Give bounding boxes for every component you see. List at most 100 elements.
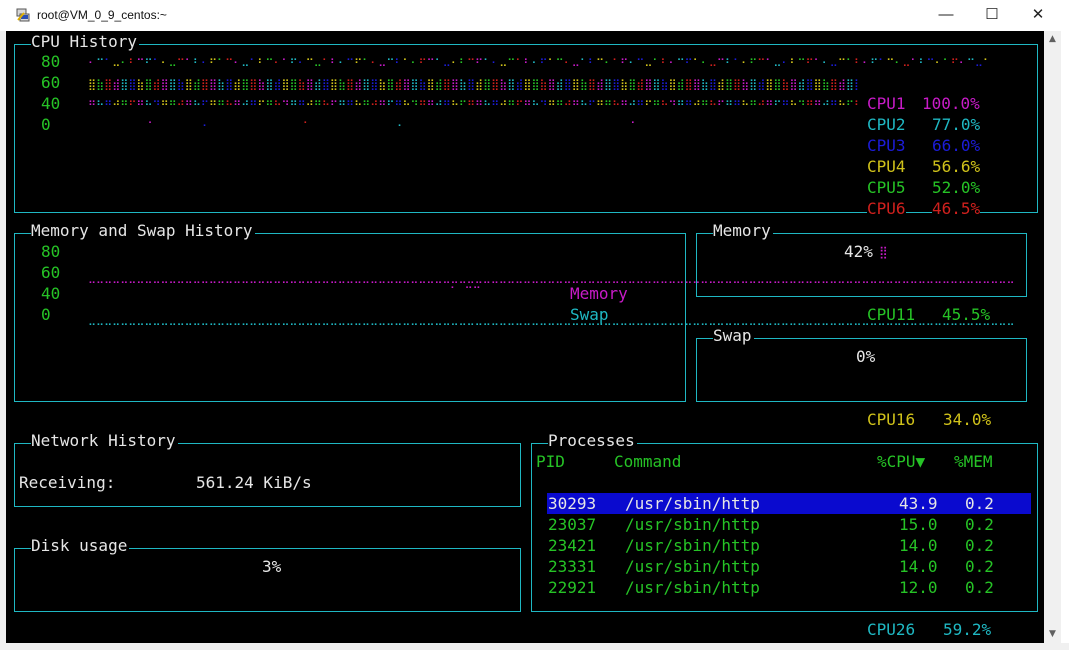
cpu-history-cell: ⠉: [926, 58, 935, 69]
cpu-legend-value: 56.6%: [932, 157, 981, 176]
cpu-history-cell: ⣿: [547, 79, 556, 90]
cpu-history-cell: ⣷: [741, 79, 750, 90]
cpu-history-cell: ⠂: [668, 58, 677, 69]
cpu-history-cell: ⠋: [805, 58, 814, 69]
cpu-history-cell: ⠂: [297, 58, 306, 69]
axis-label: 80: [41, 242, 61, 261]
cpu-history-cell: ⠓: [354, 100, 363, 111]
cpu-history-cell: [544, 121, 551, 132]
cpu-history-cell: ⠛: [813, 100, 822, 111]
cpu-history-cell: ⣿: [208, 79, 217, 90]
cpu-history-cell: [377, 121, 384, 132]
cpu-history-cell: ⠃: [724, 58, 733, 69]
process-mem: 0.2: [965, 536, 994, 555]
cpu-history-cell: ⠛: [733, 100, 742, 111]
cpu-history-cell: ⠚: [563, 100, 572, 111]
cpu-history-cell: [731, 121, 738, 132]
cpu-history-cell: [88, 121, 95, 132]
cpu-history-cell: ⣿: [442, 79, 451, 90]
cpu-history-cell: ⠛: [571, 100, 580, 111]
cpu-history-cell: ⠉: [676, 58, 685, 69]
cpu-history-cell: ⣿: [321, 79, 330, 90]
process-pid: 23331: [548, 557, 597, 576]
scroll-down-arrow-icon[interactable]: ▼: [1044, 626, 1061, 643]
cpu-history-cell: ⠛: [297, 100, 306, 111]
cpu-history-cell: ⠃: [458, 58, 467, 69]
cpu-legend-value: 100.0%: [922, 94, 980, 113]
cpu-history-cell: ⠛: [595, 100, 604, 111]
cpu-history-cell: ⠛: [442, 100, 451, 111]
close-button[interactable]: ✕: [1018, 4, 1058, 26]
cpu-history-cell: ⠤: [974, 58, 983, 69]
cpu-history-cell: [182, 121, 189, 132]
minimize-button[interactable]: —: [926, 4, 966, 26]
cpu-history-cell: ⣿: [692, 79, 701, 90]
cpu-history-cell: ⠉: [426, 58, 435, 69]
terminal-screen[interactable]: CPU History 80 60 40 0 ⠂⠉⠁⠤⠂⠃⠉⠋⠁⠂⠤⠉⠁⠃⠂⠋⠁…: [6, 31, 1044, 643]
cpu-history-cell: ⣿: [200, 79, 209, 90]
cpu-history-cell: ⠃: [329, 58, 338, 69]
selected-row-highlight: [547, 493, 1031, 514]
process-command: /usr/sbin/http: [625, 494, 760, 513]
cpu-history-cell: ⠂: [862, 58, 871, 69]
cpu-history-cell: ⠁: [217, 58, 226, 69]
cpu-history-cell: ⣷: [176, 79, 185, 90]
cpu-history-cell: ⠁: [402, 58, 411, 69]
cpu-history-cell: ⠉: [176, 58, 185, 69]
cpu-history-cell: [169, 121, 176, 132]
cpu-history-cell: [577, 121, 584, 132]
vertical-scrollbar[interactable]: ▲ ▼: [1044, 31, 1061, 643]
cpu-history-cell: ⠓: [321, 100, 330, 111]
cpu-history-cell: ⠚: [176, 100, 185, 111]
cpu-history-cell: ⠓: [837, 100, 846, 111]
cpu-history-cell: ⠋: [950, 58, 959, 69]
cpu-history-cell: ⠂: [273, 58, 282, 69]
column-header-command[interactable]: Command: [614, 452, 681, 472]
cpu-legend-label: CPU1: [867, 94, 906, 113]
cpu-history-cell: [283, 121, 290, 132]
column-header-mem[interactable]: %MEM: [954, 452, 993, 472]
cpu-history-cell: ⠉: [466, 58, 475, 69]
cpu-history-cell: ⠤: [168, 58, 177, 69]
cpu-history-cell: ⠂: [160, 58, 169, 69]
column-header-pid[interactable]: PID: [536, 452, 565, 472]
column-header-cpu[interactable]: %CPU▼: [877, 452, 925, 472]
cpu-history-cell: [784, 121, 788, 132]
scroll-up-arrow-icon[interactable]: ▲: [1044, 31, 1061, 48]
cpu-history-cell: ⠛: [829, 100, 838, 111]
window-title: root@VM_0_9_centos:~: [37, 8, 167, 22]
cpu-history-cell: [324, 121, 331, 132]
axis-label: 0: [41, 305, 51, 324]
cpu-history-cell: [141, 121, 148, 132]
cpu-history-cell: ⠉: [346, 58, 355, 69]
cpu-history-cell: ⣿: [104, 79, 113, 90]
process-cpu: 14.0: [899, 536, 938, 555]
cpu-history-cell: ⣿: [466, 79, 475, 90]
cpu-history-cell: [491, 121, 498, 132]
cpu-history-cell: ⠛: [104, 100, 113, 111]
cpu-history-cell: [645, 121, 652, 132]
cpu-history-cell: ⣿: [426, 79, 435, 90]
cpu-history-cell: [134, 121, 141, 132]
cpu-history-cell: ⠓: [96, 100, 105, 111]
cpu-history-cell: ⣿: [289, 79, 298, 90]
cpu-history-cell: [665, 121, 672, 132]
process-mem: 0.2: [965, 494, 994, 513]
cpu-history-cell: ⠛: [233, 100, 242, 111]
cpu-history-cell: ⠛: [620, 100, 629, 111]
cpu-history-cell: ⠙: [152, 100, 161, 111]
cpu-history-cell: [311, 121, 318, 132]
cpu-history-cell: ⠋: [458, 100, 467, 111]
window-titlebar: root@VM_0_9_centos:~ — ☐ ✕: [0, 0, 1069, 31]
maximize-button[interactable]: ☐: [972, 4, 1012, 26]
cpu-history-cell: ⣿: [281, 79, 290, 90]
cpu-history-cell: ⣿: [410, 79, 419, 90]
process-command: /usr/sbin/http: [625, 536, 760, 555]
cpu-history-cell: ⣷: [96, 79, 105, 90]
cpu-history-cell: [101, 121, 108, 132]
cpu-legend-value: 66.0%: [932, 136, 981, 155]
cpu-history-cell: [658, 121, 665, 132]
cpu-history-cell: ⠂: [200, 58, 209, 69]
cpu-history-cell: ⣾: [716, 79, 725, 90]
cpu-history-cell: ⠛: [426, 100, 435, 111]
